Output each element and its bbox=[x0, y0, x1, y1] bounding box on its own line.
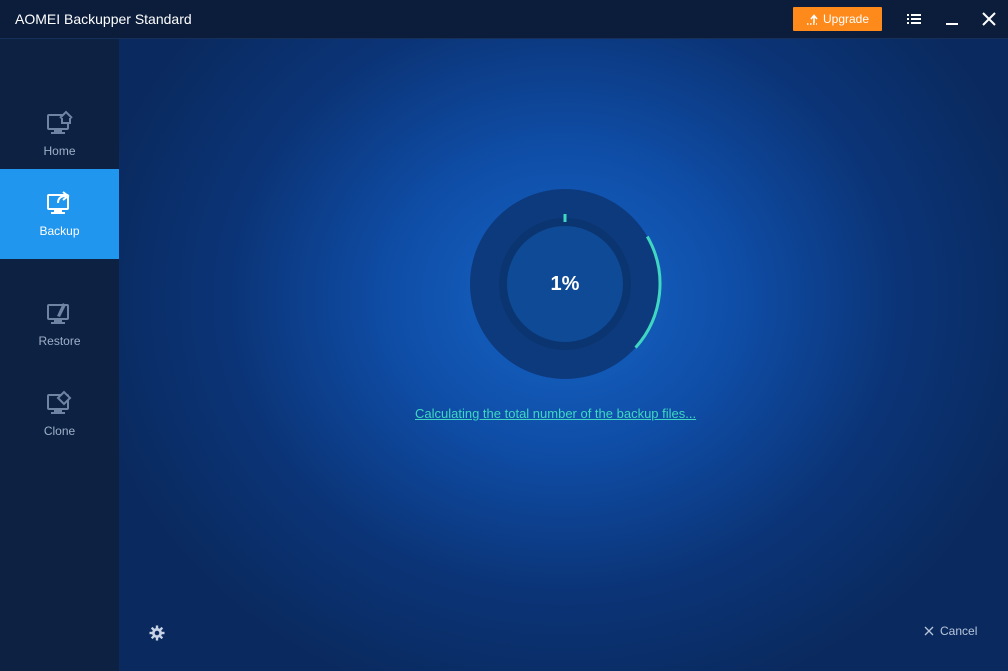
sidebar: Home Backup Restore Clone bbox=[0, 39, 119, 671]
app-title: AOMEI Backupper Standard bbox=[15, 11, 192, 27]
restore-monitor-icon bbox=[46, 303, 69, 324]
sidebar-item-clone[interactable]: Clone bbox=[0, 369, 119, 459]
cancel-button[interactable]: Cancel bbox=[924, 624, 977, 638]
sidebar-item-label: Home bbox=[43, 144, 76, 158]
sidebar-item-label: Restore bbox=[38, 334, 81, 348]
sidebar-item-backup[interactable]: Backup bbox=[0, 169, 119, 259]
minimize-icon[interactable] bbox=[942, 9, 962, 29]
clone-monitor-icon bbox=[46, 390, 71, 414]
backup-monitor-icon bbox=[46, 191, 70, 214]
progress-ring: 1% bbox=[468, 187, 662, 381]
sidebar-item-label: Backup bbox=[39, 224, 80, 238]
title-bar: AOMEI Backupper Standard Upgrade bbox=[0, 0, 1008, 39]
upgrade-arrow-icon bbox=[806, 14, 818, 25]
sidebar-item-label: Clone bbox=[43, 424, 76, 438]
progress-percent: 1% bbox=[550, 272, 580, 295]
upgrade-button[interactable]: Upgrade bbox=[793, 7, 882, 31]
home-monitor-icon bbox=[46, 110, 73, 134]
progress-status-link[interactable]: Calculating the total number of the back… bbox=[415, 406, 715, 421]
upgrade-label: Upgrade bbox=[822, 12, 870, 26]
close-icon[interactable] bbox=[979, 9, 999, 29]
cancel-x-icon bbox=[924, 626, 934, 636]
sidebar-item-restore[interactable]: Restore bbox=[0, 279, 119, 369]
gear-icon[interactable] bbox=[148, 624, 166, 642]
menu-icon[interactable] bbox=[904, 9, 924, 29]
sidebar-item-home[interactable]: Home bbox=[0, 89, 119, 179]
cancel-label: Cancel bbox=[940, 624, 978, 638]
